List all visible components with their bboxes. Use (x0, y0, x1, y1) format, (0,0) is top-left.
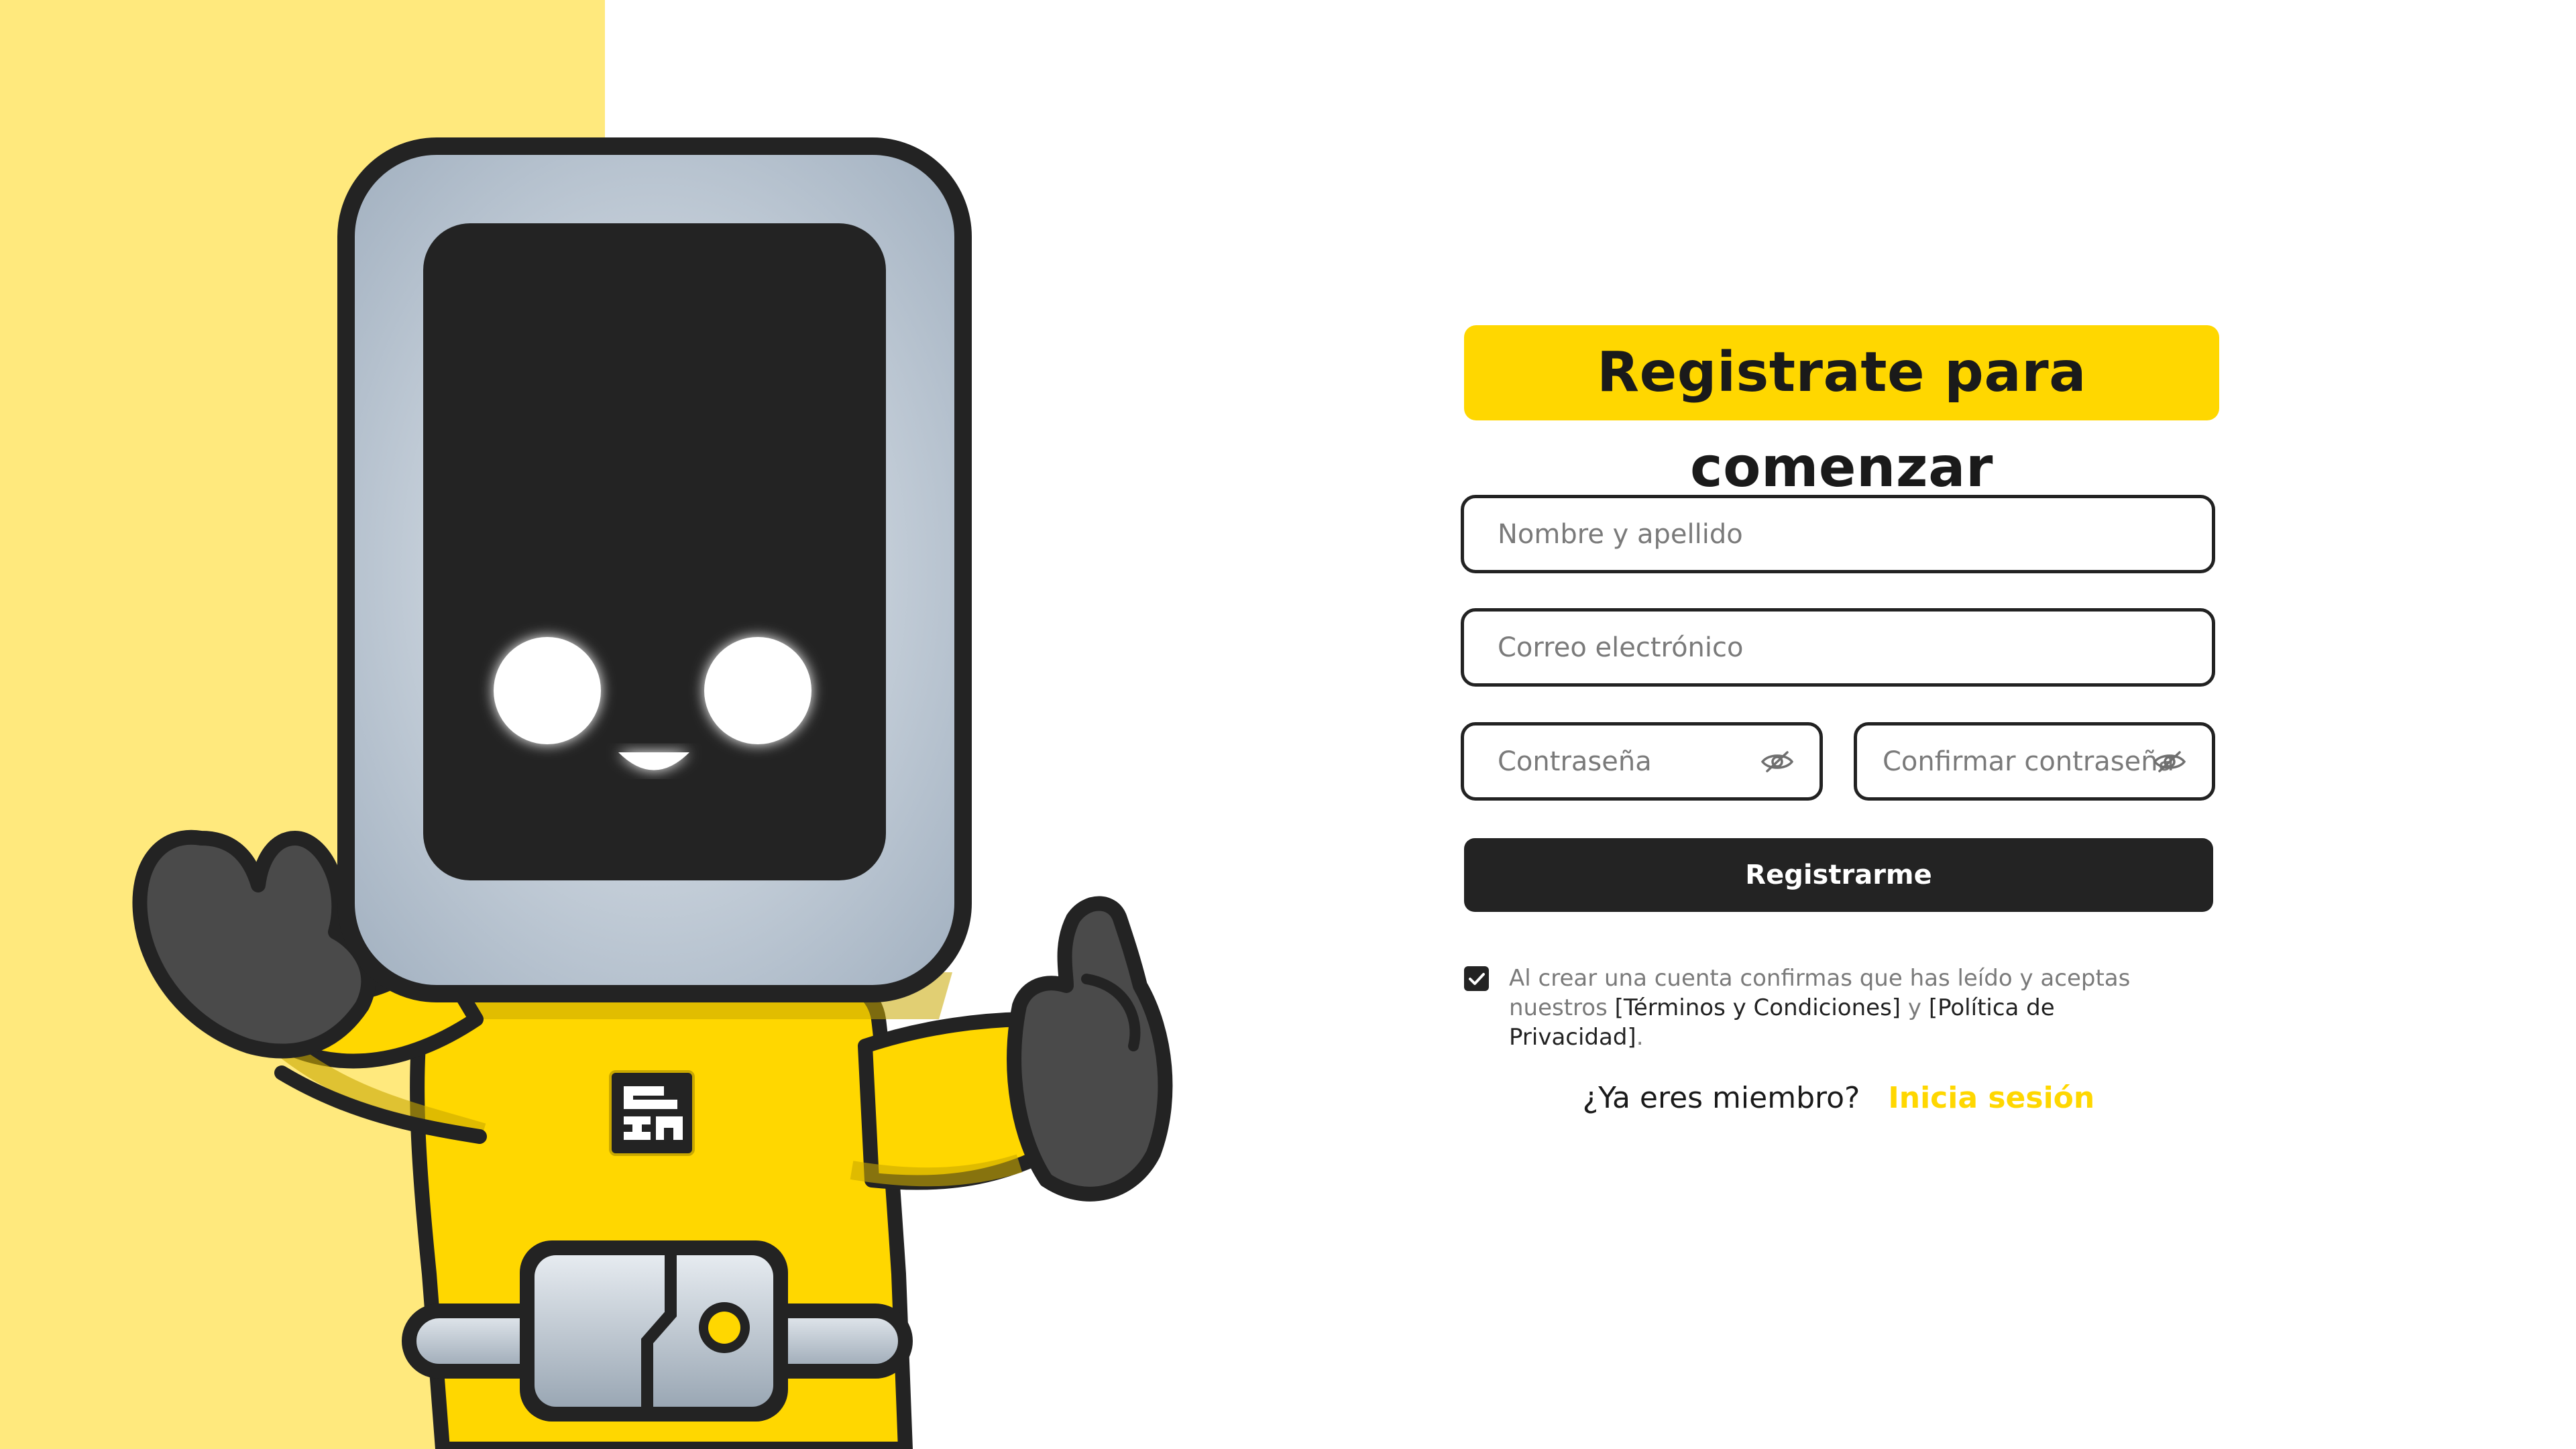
terms-link[interactable]: [Términos y Condiciones] (1615, 994, 1901, 1021)
mascot-illustration (132, 137, 1173, 1449)
email-field[interactable] (1461, 608, 2215, 687)
terms-row: Al crear una cuenta confirmas que has le… (1464, 964, 2222, 1052)
login-prompt: ¿Ya eres miembro? (1582, 1081, 1860, 1115)
email-input[interactable] (1464, 632, 2212, 663)
login-link[interactable]: Inicia sesión (1888, 1081, 2094, 1115)
name-input[interactable] (1464, 518, 2212, 550)
check-icon (1468, 972, 1485, 985)
login-row: ¿Ya eres miembro? Inicia sesión (1464, 1081, 2213, 1115)
register-button[interactable]: Registrarme (1464, 838, 2213, 912)
page-title: Registrate para comenzar (1464, 325, 2219, 500)
password-field[interactable] (1461, 722, 1823, 801)
terms-connector: y (1901, 994, 1929, 1021)
terms-text: Al crear una cuenta confirmas que has le… (1509, 964, 2193, 1052)
eye-slash-icon[interactable] (1760, 750, 1794, 773)
confirm-password-field[interactable] (1854, 722, 2215, 801)
terms-checkbox[interactable] (1464, 966, 1489, 991)
signup-form: Registrate para comenzar (1464, 325, 2222, 500)
name-field[interactable] (1461, 495, 2215, 573)
eye-slash-icon[interactable] (2153, 750, 2186, 773)
signup-page: Registrate para comenzar Registrarme Al … (0, 0, 2576, 1449)
terms-suffix: . (1636, 1024, 1644, 1051)
